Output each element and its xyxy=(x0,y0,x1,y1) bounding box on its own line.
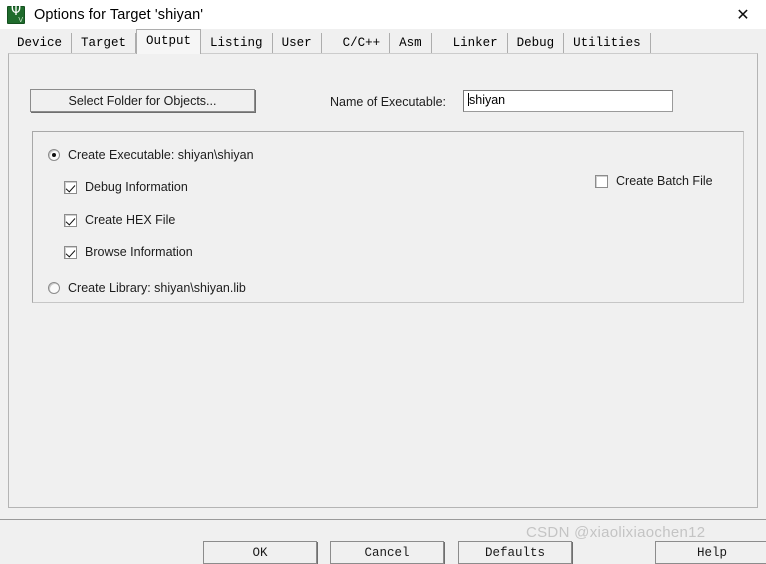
create-library-radio-row[interactable]: Create Library: shiyan\shiyan.lib xyxy=(48,281,246,295)
ok-button[interactable]: OK xyxy=(203,541,317,564)
name-of-executable-label: Name of Executable: xyxy=(330,95,447,109)
close-button[interactable]: ✕ xyxy=(720,0,766,29)
tab-linker[interactable]: Linker xyxy=(443,33,508,54)
create-hex-file-label: Create HEX File xyxy=(85,213,176,227)
browse-information-label: Browse Information xyxy=(85,245,193,259)
tab-utilities[interactable]: Utilities xyxy=(564,33,651,54)
keil-uvision-icon xyxy=(7,4,25,24)
debug-information-row[interactable]: Debug Information xyxy=(64,180,188,194)
debug-information-label: Debug Information xyxy=(85,180,188,194)
name-of-executable-input[interactable]: shiyan xyxy=(463,90,673,112)
window-titlebar: Options for Target 'shiyan' ✕ xyxy=(0,0,766,29)
tab-target[interactable]: Target xyxy=(72,33,137,54)
create-executable-radio-row[interactable]: Create Executable: shiyan\shiyan xyxy=(48,148,254,162)
tab-asm[interactable]: Asm xyxy=(390,33,432,54)
radio-icon-create-executable[interactable] xyxy=(48,149,60,161)
create-batch-file-row[interactable]: Create Batch File xyxy=(595,174,713,188)
cancel-button[interactable]: Cancel xyxy=(330,541,444,564)
tab-device[interactable]: Device xyxy=(8,33,73,54)
tab-strip: Device Target Output Listing User C/C++ … xyxy=(0,29,766,54)
defaults-button[interactable]: Defaults xyxy=(458,541,572,564)
create-executable-label: Create Executable: shiyan\shiyan xyxy=(68,148,254,162)
checkbox-icon-create-hex-file[interactable] xyxy=(64,213,77,227)
create-library-label: Create Library: shiyan\shiyan.lib xyxy=(68,281,246,295)
close-icon: ✕ xyxy=(736,4,750,24)
checkbox-icon-browse-information[interactable] xyxy=(64,245,77,259)
window-title: Options for Target 'shiyan' xyxy=(34,6,204,23)
tab-output[interactable]: Output xyxy=(136,29,202,54)
checkbox-icon-create-batch-file[interactable] xyxy=(595,174,608,188)
name-of-executable-value: shiyan xyxy=(469,93,506,107)
tab-c-cpp[interactable]: C/C++ xyxy=(333,33,391,54)
create-hex-file-row[interactable]: Create HEX File xyxy=(64,213,175,227)
tab-debug[interactable]: Debug xyxy=(507,33,565,54)
browse-information-row[interactable]: Browse Information xyxy=(64,245,193,259)
create-batch-file-label: Create Batch File xyxy=(616,174,713,188)
radio-icon-create-library[interactable] xyxy=(48,282,60,294)
help-button[interactable]: Help xyxy=(655,541,766,564)
tab-user[interactable]: User xyxy=(272,33,322,54)
checkbox-icon-debug-information[interactable] xyxy=(64,180,77,194)
output-options-groupbox: Create Executable: shiyan\shiyan Debug I… xyxy=(32,131,744,303)
tab-listing[interactable]: Listing xyxy=(201,33,273,54)
select-folder-for-objects-button[interactable]: Select Folder for Objects... xyxy=(30,89,255,112)
